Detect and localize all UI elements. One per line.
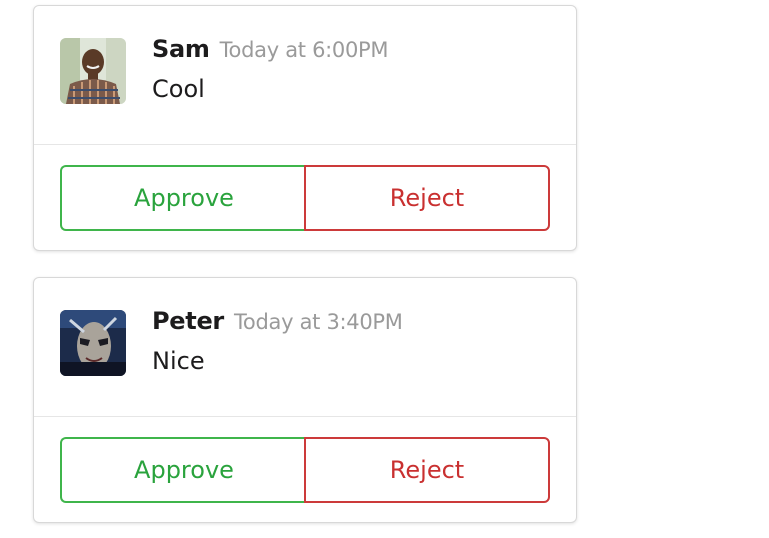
approve-button[interactable]: Approve bbox=[60, 437, 306, 503]
message-card: Peter Today at 3:40PM Nice Approve Reject bbox=[33, 277, 577, 523]
message-header: Sam Today at 6:00PM bbox=[152, 34, 389, 67]
message-body: Peter Today at 3:40PM Nice bbox=[34, 278, 576, 417]
author-name[interactable]: Sam bbox=[152, 35, 210, 63]
timestamp[interactable]: Today at 3:40PM bbox=[234, 310, 403, 334]
reject-button[interactable]: Reject bbox=[304, 165, 550, 231]
message-header: Peter Today at 3:40PM bbox=[152, 306, 403, 339]
approve-button[interactable]: Approve bbox=[60, 165, 306, 231]
timestamp[interactable]: Today at 6:00PM bbox=[220, 38, 389, 62]
message-body: Sam Today at 6:00PM Cool bbox=[34, 6, 576, 145]
sam-avatar-icon bbox=[60, 38, 126, 104]
message-card: Sam Today at 6:00PM Cool Approve Reject bbox=[33, 5, 577, 251]
avatar[interactable] bbox=[60, 310, 126, 376]
message-text: Cool bbox=[152, 75, 205, 103]
action-buttons: Approve Reject bbox=[60, 437, 550, 503]
reject-button[interactable]: Reject bbox=[304, 437, 550, 503]
peter-avatar-icon bbox=[60, 310, 126, 376]
message-text: Nice bbox=[152, 347, 205, 375]
action-buttons: Approve Reject bbox=[60, 165, 550, 231]
author-name[interactable]: Peter bbox=[152, 307, 224, 335]
avatar[interactable] bbox=[60, 38, 126, 104]
approval-feed: Sam Today at 6:00PM Cool Approve Reject bbox=[0, 0, 769, 538]
